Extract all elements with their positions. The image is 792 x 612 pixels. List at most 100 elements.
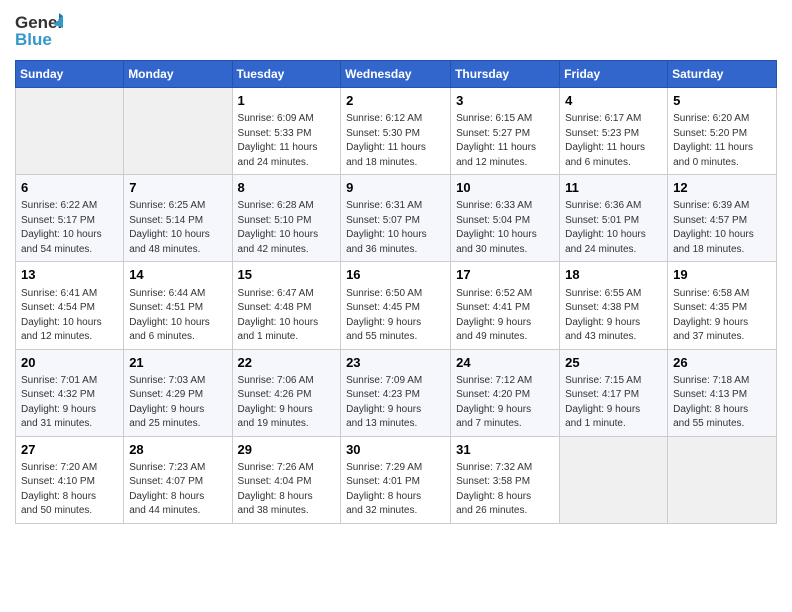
day-number: 2 [346,92,445,110]
calendar-cell: 23 Sunrise: 7:09 AMSunset: 4:23 PMDayligh… [341,349,451,436]
day-number: 9 [346,179,445,197]
day-detail: Sunrise: 6:58 AMSunset: 4:35 PMDaylight:… [673,287,771,345]
calendar-cell: 6 Sunrise: 6:22 AMSunset: 5:17 PMDaylight… [16,175,124,262]
calendar-cell: 28 Sunrise: 7:23 AMSunset: 4:07 PMDayligh… [124,436,232,523]
calendar-cell: 22 Sunrise: 7:06 AMSunset: 4:26 PMDayligh… [232,349,341,436]
day-number: 25 [565,354,662,372]
day-detail: Sunrise: 7:23 AMSunset: 4:07 PMDaylight:… [129,461,226,519]
day-number: 24 [456,354,554,372]
weekday-header-thursday: Thursday [451,61,560,88]
calendar-cell [16,88,124,175]
day-number: 26 [673,354,771,372]
calendar-cell: 1 Sunrise: 6:09 AMSunset: 5:33 PMDaylight… [232,88,341,175]
weekday-row: SundayMondayTuesdayWednesdayThursdayFrid… [16,61,777,88]
day-detail: Sunrise: 6:47 AMSunset: 4:48 PMDaylight:… [238,287,336,345]
day-detail: Sunrise: 6:31 AMSunset: 5:07 PMDaylight:… [346,199,445,257]
calendar-cell: 29 Sunrise: 7:26 AMSunset: 4:04 PMDayligh… [232,436,341,523]
day-number: 18 [565,266,662,284]
day-number: 15 [238,266,336,284]
day-number: 21 [129,354,226,372]
calendar-cell: 21 Sunrise: 7:03 AMSunset: 4:29 PMDayligh… [124,349,232,436]
header: General Blue [15,10,777,52]
day-number: 7 [129,179,226,197]
calendar-cell [668,436,777,523]
day-detail: Sunrise: 7:09 AMSunset: 4:23 PMDaylight:… [346,374,445,432]
calendar-cell: 5 Sunrise: 6:20 AMSunset: 5:20 PMDaylight… [668,88,777,175]
day-number: 22 [238,354,336,372]
calendar-week-5: 27 Sunrise: 7:20 AMSunset: 4:10 PMDayligh… [16,436,777,523]
day-number: 5 [673,92,771,110]
calendar-week-3: 13 Sunrise: 6:41 AMSunset: 4:54 PMDayligh… [16,262,777,349]
day-number: 12 [673,179,771,197]
day-detail: Sunrise: 7:01 AMSunset: 4:32 PMDaylight:… [21,374,118,432]
day-detail: Sunrise: 7:03 AMSunset: 4:29 PMDaylight:… [129,374,226,432]
day-detail: Sunrise: 7:26 AMSunset: 4:04 PMDaylight:… [238,461,336,519]
calendar-cell: 31Sunrise: 7:32 AMSunset: 3:58 PMDayligh… [451,436,560,523]
day-detail: Sunrise: 6:55 AMSunset: 4:38 PMDaylight:… [565,287,662,345]
day-detail: Sunrise: 6:22 AMSunset: 5:17 PMDaylight:… [21,199,118,257]
calendar-cell: 2 Sunrise: 6:12 AMSunset: 5:30 PMDaylight… [341,88,451,175]
day-number: 8 [238,179,336,197]
day-detail: Sunrise: 6:17 AMSunset: 5:23 PMDaylight:… [565,112,662,170]
calendar-cell: 14Sunrise: 6:44 AMSunset: 4:51 PMDayligh… [124,262,232,349]
day-detail: Sunrise: 6:33 AMSunset: 5:04 PMDaylight:… [456,199,554,257]
day-detail: Sunrise: 7:29 AMSunset: 4:01 PMDaylight:… [346,461,445,519]
calendar-cell: 18 Sunrise: 6:55 AMSunset: 4:38 PMDayligh… [560,262,668,349]
weekday-header-tuesday: Tuesday [232,61,341,88]
calendar-header: SundayMondayTuesdayWednesdayThursdayFrid… [16,61,777,88]
day-number: 27 [21,441,118,459]
day-number: 20 [21,354,118,372]
day-number: 17 [456,266,554,284]
day-detail: Sunrise: 7:06 AMSunset: 4:26 PMDaylight:… [238,374,336,432]
logo: General Blue [15,10,65,52]
calendar-cell: 10 Sunrise: 6:33 AMSunset: 5:04 PMDayligh… [451,175,560,262]
day-number: 11 [565,179,662,197]
day-detail: Sunrise: 6:12 AMSunset: 5:30 PMDaylight:… [346,112,445,170]
day-detail: Sunrise: 6:28 AMSunset: 5:10 PMDaylight:… [238,199,336,257]
day-detail: Sunrise: 6:25 AMSunset: 5:14 PMDaylight:… [129,199,226,257]
calendar-cell: 11 Sunrise: 6:36 AMSunset: 5:01 PMDayligh… [560,175,668,262]
day-number: 14 [129,266,226,284]
calendar-cell: 19Sunrise: 6:58 AMSunset: 4:35 PMDayligh… [668,262,777,349]
calendar-cell: 15 Sunrise: 6:47 AMSunset: 4:48 PMDayligh… [232,262,341,349]
calendar-cell: 20 Sunrise: 7:01 AMSunset: 4:32 PMDayligh… [16,349,124,436]
calendar-cell: 4Sunrise: 6:17 AMSunset: 5:23 PMDaylight… [560,88,668,175]
day-detail: Sunrise: 6:39 AMSunset: 4:57 PMDaylight:… [673,199,771,257]
day-number: 31 [456,441,554,459]
day-detail: Sunrise: 6:50 AMSunset: 4:45 PMDaylight:… [346,287,445,345]
weekday-header-friday: Friday [560,61,668,88]
logo-icon: General Blue [15,10,63,52]
calendar-week-1: 1 Sunrise: 6:09 AMSunset: 5:33 PMDaylight… [16,88,777,175]
day-number: 6 [21,179,118,197]
day-number: 29 [238,441,336,459]
day-number: 23 [346,354,445,372]
calendar-cell: 27 Sunrise: 7:20 AMSunset: 4:10 PMDayligh… [16,436,124,523]
calendar-cell: 26 Sunrise: 7:18 AMSunset: 4:13 PMDayligh… [668,349,777,436]
calendar-cell: 3Sunrise: 6:15 AMSunset: 5:27 PMDaylight… [451,88,560,175]
svg-text:Blue: Blue [15,30,52,49]
day-detail: Sunrise: 6:09 AMSunset: 5:33 PMDaylight:… [238,112,336,170]
calendar-table: SundayMondayTuesdayWednesdayThursdayFrid… [15,60,777,524]
calendar-cell: 17Sunrise: 6:52 AMSunset: 4:41 PMDayligh… [451,262,560,349]
calendar-cell: 12 Sunrise: 6:39 AMSunset: 4:57 PMDayligh… [668,175,777,262]
day-detail: Sunrise: 6:36 AMSunset: 5:01 PMDaylight:… [565,199,662,257]
calendar-cell: 30Sunrise: 7:29 AMSunset: 4:01 PMDayligh… [341,436,451,523]
day-number: 28 [129,441,226,459]
day-number: 1 [238,92,336,110]
day-detail: Sunrise: 7:18 AMSunset: 4:13 PMDaylight:… [673,374,771,432]
day-detail: Sunrise: 6:20 AMSunset: 5:20 PMDaylight:… [673,112,771,170]
day-detail: Sunrise: 6:41 AMSunset: 4:54 PMDaylight:… [21,287,118,345]
day-number: 13 [21,266,118,284]
weekday-header-saturday: Saturday [668,61,777,88]
calendar-cell: 8 Sunrise: 6:28 AMSunset: 5:10 PMDaylight… [232,175,341,262]
calendar-cell: 13 Sunrise: 6:41 AMSunset: 4:54 PMDayligh… [16,262,124,349]
calendar-cell: 9 Sunrise: 6:31 AMSunset: 5:07 PMDaylight… [341,175,451,262]
calendar-cell [560,436,668,523]
day-number: 10 [456,179,554,197]
weekday-header-monday: Monday [124,61,232,88]
day-detail: Sunrise: 7:15 AMSunset: 4:17 PMDaylight:… [565,374,662,432]
calendar-week-2: 6 Sunrise: 6:22 AMSunset: 5:17 PMDaylight… [16,175,777,262]
calendar-cell: 7 Sunrise: 6:25 AMSunset: 5:14 PMDaylight… [124,175,232,262]
day-detail: Sunrise: 7:20 AMSunset: 4:10 PMDaylight:… [21,461,118,519]
weekday-header-sunday: Sunday [16,61,124,88]
